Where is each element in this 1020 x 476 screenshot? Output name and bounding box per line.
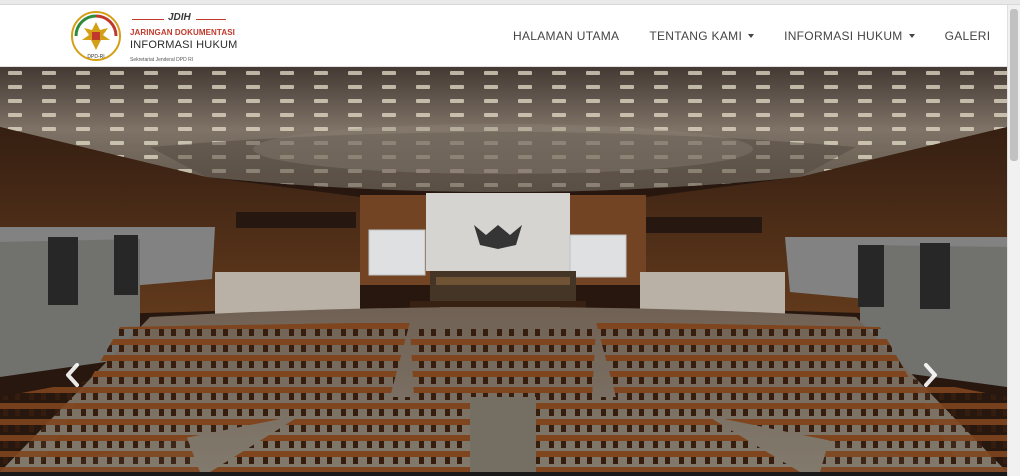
nav-item-galeri[interactable]: GALERI: [930, 29, 1006, 43]
jdih-label: JDIH: [168, 12, 191, 23]
dpd-emblem-icon: DPD-RI: [71, 11, 121, 61]
carousel-slide-image: [0, 67, 1007, 472]
heading-rule-left: [132, 19, 164, 20]
main-nav: HALAMAN UTAMA TENTANG KAMI INFORMASI HUK…: [498, 5, 1005, 67]
chevron-right-icon: [924, 363, 937, 387]
site-logo-link[interactable]: DPD-RI JDIH JARINGAN DOKUMENTASI INFORMA…: [70, 8, 240, 66]
nav-item-tentang-kami[interactable]: TENTANG KAMI: [634, 29, 769, 43]
carousel-prev-control[interactable]: [64, 362, 88, 392]
nav-item-label: GALERI: [944, 29, 991, 43]
page-scrollbar[interactable]: [1007, 5, 1020, 476]
chevron-left-icon: [66, 363, 79, 387]
nav-item-informasi-hukum[interactable]: INFORMASI HUKUM: [769, 29, 930, 43]
scrollbar-thumb[interactable]: [1010, 9, 1018, 161]
nav-item-label: INFORMASI HUKUM: [784, 29, 903, 43]
nav-item-label: TENTANG KAMI: [649, 29, 743, 43]
brand-title-line2: INFORMASI HUKUM: [130, 39, 238, 51]
caret-down-icon: [748, 34, 755, 38]
nav-item-halaman-utama[interactable]: HALAMAN UTAMA: [498, 29, 634, 43]
nav-item-label: HALAMAN UTAMA: [513, 29, 620, 43]
brand-subtitle: Sekretariat Jenderal DPD RI: [130, 57, 194, 63]
brand-text: JDIH JARINGAN DOKUMENTASI INFORMASI HUKU…: [130, 12, 240, 63]
brand-title-line1: JARINGAN DOKUMENTASI: [130, 28, 235, 37]
carousel-next-control[interactable]: [921, 362, 945, 392]
hero-carousel: [0, 67, 1007, 472]
caret-down-icon: [908, 34, 915, 38]
heading-rule-right: [196, 19, 226, 20]
jdih-heading: JDIH: [130, 12, 240, 26]
emblem-text: DPD-RI: [87, 54, 104, 60]
site-navbar: DPD-RI JDIH JARINGAN DOKUMENTASI INFORMA…: [0, 5, 1007, 67]
bottom-edge: [0, 472, 1007, 476]
